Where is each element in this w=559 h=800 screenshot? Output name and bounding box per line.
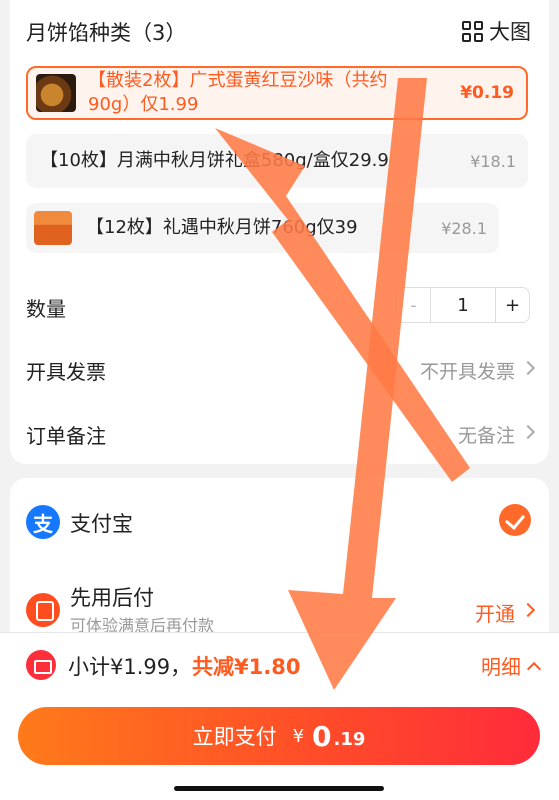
chevron-up-icon <box>526 661 542 676</box>
spec-header: 月饼馅种类（3） <box>26 21 187 45</box>
invoice-value: 不开具发票 <box>419 361 515 383</box>
check-icon[interactable] <box>499 504 531 536</box>
alipay-icon: 支 <box>26 505 60 539</box>
increment-button[interactable]: + <box>495 288 529 322</box>
big-view-label: 大图 <box>489 20 531 44</box>
alipay-label: 支付宝 <box>70 512 133 536</box>
invoice-label: 开具发票 <box>26 360 106 384</box>
quantity-stepper[interactable]: - 1 + <box>396 287 530 323</box>
option-price: ¥0.19 <box>460 83 514 103</box>
discount-text: 共减¥1.80 <box>192 655 301 679</box>
amount-decimal: .19 <box>333 728 366 750</box>
option-price: ¥28.1 <box>441 218 487 238</box>
detail-label: 明细 <box>481 655 521 679</box>
pay-later-label: 先用后付 <box>70 586 154 610</box>
note-value: 无备注 <box>457 425 515 447</box>
big-view-toggle[interactable]: 大图 <box>462 16 531 46</box>
currency-symbol: ¥ <box>292 725 305 747</box>
spec-option-1[interactable]: 【散装2枚】广式蛋黄红豆沙味（共约90g）仅1.99 ¥0.19 <box>26 66 528 120</box>
subtotal-text: 小计¥1.99， <box>68 655 192 679</box>
note-label: 订单备注 <box>26 424 106 448</box>
pay-now-label: 立即支付 <box>192 725 277 749</box>
quantity-label: 数量 <box>26 297 66 321</box>
spec-option-2[interactable]: 【10枚】月满中秋月饼礼盒580g/盒仅29.9 ¥18.1 <box>26 134 528 188</box>
gift-box-thumbnail <box>34 211 72 245</box>
option-label: 【10枚】月满中秋月饼礼盒580g/盒仅29.9 <box>40 150 389 171</box>
detail-toggle[interactable]: 明细 <box>481 651 542 680</box>
option-label: 【散装2枚】广式蛋黄红豆沙味（共约90g）仅1.99 <box>88 70 388 115</box>
mooncake-thumbnail <box>36 74 76 112</box>
option-label: 【12枚】礼遇中秋月饼760g仅39 <box>86 217 358 238</box>
amount-integer: 0 <box>312 719 332 753</box>
option-price: ¥18.1 <box>470 151 516 171</box>
spec-option-3[interactable]: 【12枚】礼遇中秋月饼760g仅39 ¥28.1 <box>26 203 499 253</box>
decrement-button[interactable]: - <box>397 288 431 322</box>
grid-icon <box>462 20 483 42</box>
pay-later-subtitle: 可体验满意后再付款 <box>70 616 215 632</box>
pay-now-button[interactable]: 立即支付 ¥ 0 .19 <box>18 707 540 765</box>
home-indicator <box>174 786 384 791</box>
activate-link[interactable]: 开通 <box>475 598 515 627</box>
quantity-value[interactable]: 1 <box>431 288 495 322</box>
pay-later-icon <box>26 593 60 627</box>
coupon-icon <box>26 650 56 680</box>
